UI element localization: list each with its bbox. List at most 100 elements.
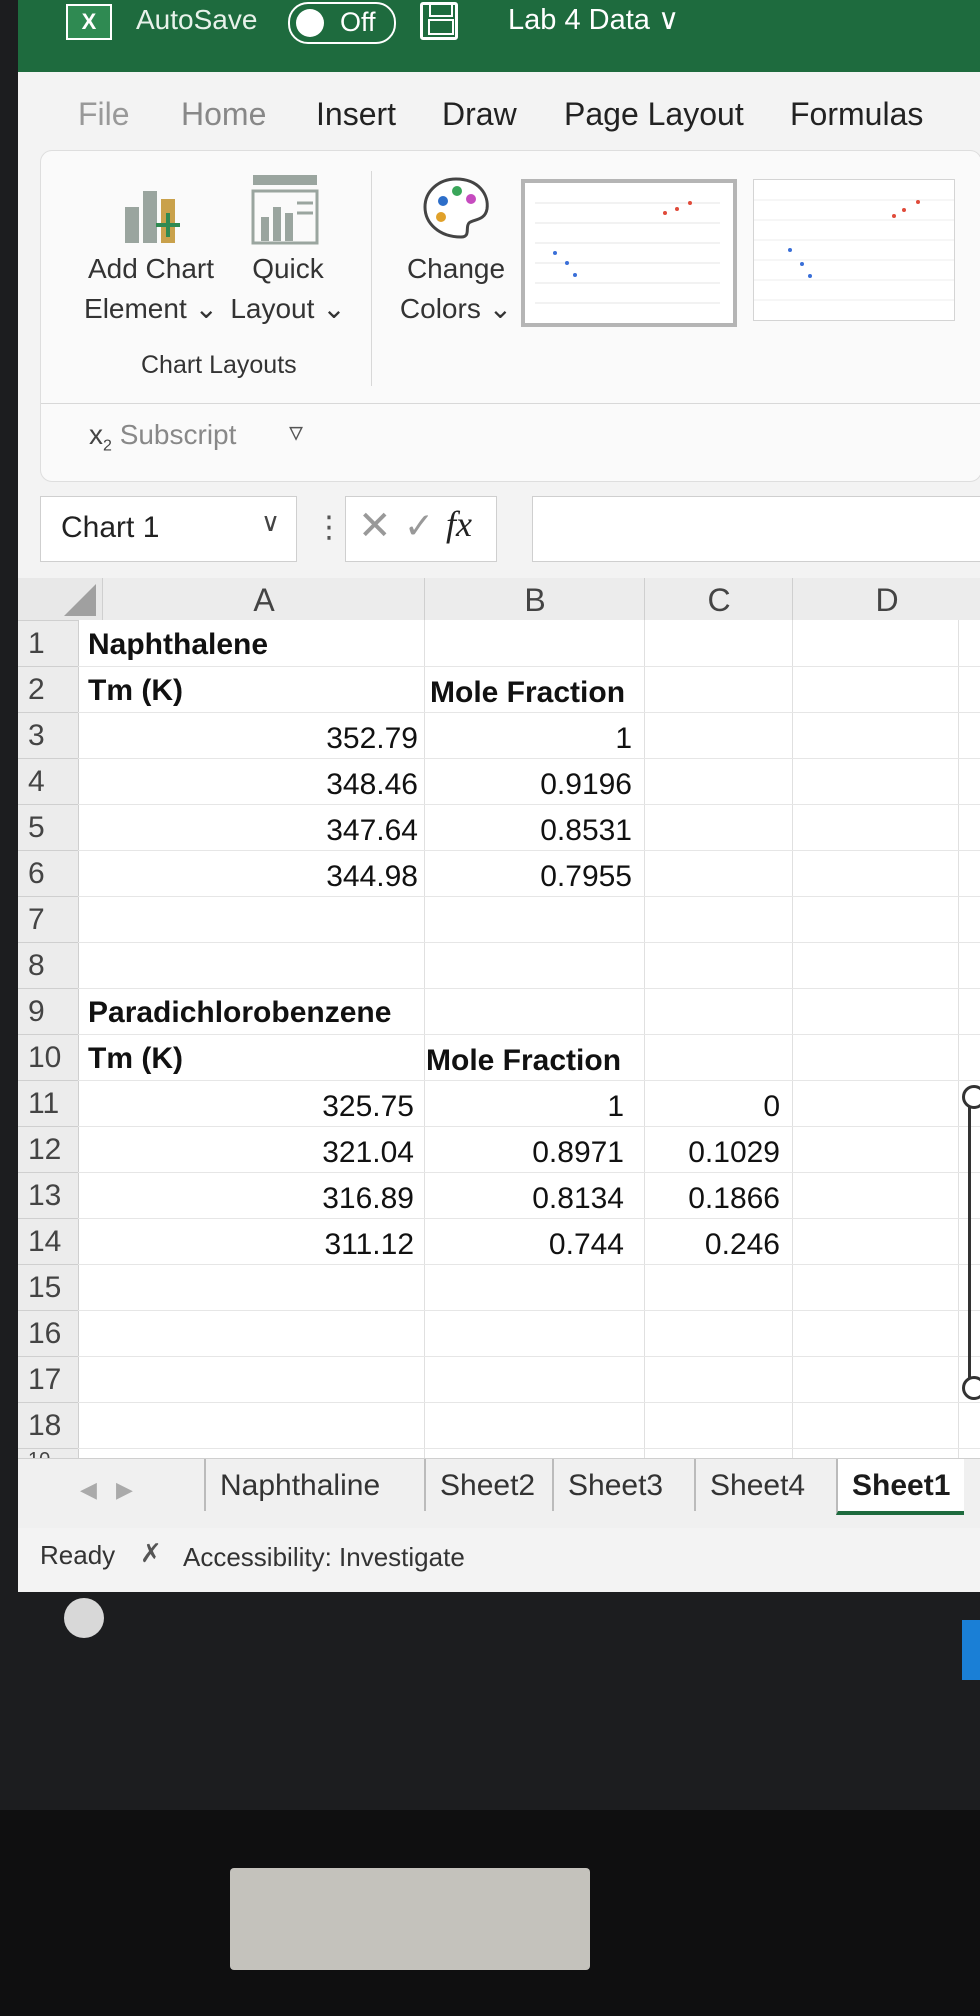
- tab-page-layout[interactable]: Page Layout: [564, 96, 744, 133]
- chart-style-1[interactable]: [521, 179, 737, 327]
- change-colors-button[interactable]: Change Colors ⌄: [386, 249, 526, 329]
- tab-insert[interactable]: Insert: [316, 96, 396, 133]
- row-header[interactable]: 4: [18, 758, 78, 804]
- cell-b11[interactable]: 1: [607, 1090, 624, 1124]
- cell-a5[interactable]: 347.64: [326, 814, 418, 848]
- select-all-corner[interactable]: [18, 578, 102, 620]
- row-header[interactable]: 2: [18, 666, 78, 712]
- cell-c13[interactable]: 0.1866: [688, 1182, 780, 1216]
- cell-a1[interactable]: Naphthalene: [88, 628, 268, 662]
- column-header-d[interactable]: D: [792, 578, 980, 620]
- row-header[interactable]: 14: [18, 1218, 78, 1264]
- insert-function-icon[interactable]: fx: [446, 503, 472, 545]
- quick-layout-button[interactable]: Quick Layout ⌄: [223, 249, 353, 329]
- toggle-knob-icon: [296, 9, 324, 37]
- cell-b14[interactable]: 0.744: [549, 1228, 624, 1262]
- gridline: [78, 1034, 980, 1035]
- save-icon[interactable]: [420, 2, 458, 40]
- row-header[interactable]: 13: [18, 1172, 78, 1218]
- row-header[interactable]: 5: [18, 804, 78, 850]
- gridline: [958, 620, 959, 1458]
- row-header[interactable]: 1: [18, 620, 78, 666]
- cell-b4[interactable]: 0.9196: [540, 768, 632, 802]
- select-all-icon: [64, 584, 96, 616]
- chart-frame-edge[interactable]: [968, 1098, 971, 1388]
- column-header-b[interactable]: B: [424, 578, 645, 620]
- tab-file[interactable]: File: [78, 96, 130, 133]
- cancel-icon[interactable]: ✕: [358, 503, 392, 549]
- add-chart-element-label-1: Add Chart: [87, 253, 215, 284]
- row-header[interactable]: 11: [18, 1080, 78, 1126]
- cell-b13[interactable]: 0.8134: [532, 1182, 624, 1216]
- cell-c11[interactable]: 0: [763, 1090, 780, 1124]
- row-header[interactable]: 10: [18, 1448, 78, 1458]
- gridline: [78, 666, 980, 667]
- chevron-down-icon[interactable]: ∨: [261, 507, 280, 538]
- row-header[interactable]: 17: [18, 1356, 78, 1402]
- sheet-tab-sheet2[interactable]: Sheet2: [424, 1459, 549, 1511]
- row-header[interactable]: 8: [18, 942, 78, 988]
- cell-a3[interactable]: 352.79: [326, 722, 418, 756]
- autosave-toggle[interactable]: Off: [288, 2, 396, 44]
- cell-a9[interactable]: Paradichlorobenzene: [88, 996, 391, 1030]
- cell-c12[interactable]: 0.1029: [688, 1136, 780, 1170]
- cell-c14[interactable]: 0.246: [705, 1228, 780, 1262]
- prev-sheet-icon[interactable]: ◀: [80, 1477, 97, 1503]
- sheet-tab-bar: ◀ ▶ Naphthaline Sheet2 Sheet3 Sheet4 She…: [18, 1458, 980, 1529]
- row-header[interactable]: 6: [18, 850, 78, 896]
- row-header[interactable]: 18: [18, 1402, 78, 1448]
- taskbar-search-icon[interactable]: [64, 1598, 104, 1638]
- cell-a10[interactable]: Tm (K): [88, 1042, 183, 1076]
- cell-a14[interactable]: 311.12: [324, 1228, 414, 1262]
- cell-b6[interactable]: 0.7955: [540, 860, 632, 894]
- row-header[interactable]: 9: [18, 988, 78, 1034]
- row-header[interactable]: 16: [18, 1310, 78, 1356]
- column-header-c[interactable]: C: [644, 578, 793, 620]
- accessibility-status[interactable]: Accessibility: Investigate: [183, 1542, 465, 1573]
- cell-a6[interactable]: 344.98: [326, 860, 418, 894]
- cell-a2[interactable]: Tm (K): [88, 674, 183, 708]
- row-header[interactable]: 12: [18, 1126, 78, 1172]
- tab-draw[interactable]: Draw: [442, 96, 517, 133]
- column-header-a[interactable]: A: [102, 578, 425, 620]
- row-header[interactable]: 7: [18, 896, 78, 942]
- add-chart-element-button[interactable]: Add Chart Element ⌄: [71, 249, 231, 329]
- document-title[interactable]: Lab 4 Data ∨: [508, 2, 679, 37]
- cell-b5[interactable]: 0.8531: [540, 814, 632, 848]
- chart-resize-handle[interactable]: [962, 1085, 980, 1109]
- sheet-tab-sheet1[interactable]: Sheet1: [836, 1459, 965, 1515]
- sheet-tab-naphthaline[interactable]: Naphthaline: [204, 1459, 394, 1511]
- quick-layout-icon: [251, 175, 319, 245]
- more-options-icon[interactable]: ⋮: [314, 510, 344, 545]
- cell-b2[interactable]: Mole Fraction: [430, 676, 625, 710]
- enter-icon[interactable]: ✓: [404, 505, 434, 547]
- excel-logo-icon: X: [66, 4, 112, 40]
- gridline: [78, 1126, 980, 1127]
- next-sheet-icon[interactable]: ▶: [116, 1477, 133, 1503]
- worksheet-grid[interactable]: A B C D 1 2 3 4 5 6 7 8 9 10 11 12 13 14…: [18, 578, 980, 1458]
- accessibility-icon[interactable]: ✗: [140, 1538, 162, 1569]
- tab-formulas[interactable]: Formulas: [790, 96, 923, 133]
- add-chart-element-label-2: Element ⌄: [84, 293, 218, 324]
- title-bar: X AutoSave Off Lab 4 Data ∨: [18, 0, 980, 72]
- cell-a13[interactable]: 316.89: [322, 1182, 414, 1216]
- gridline: [78, 942, 980, 943]
- row-header[interactable]: 15: [18, 1264, 78, 1310]
- name-box[interactable]: Chart 1 ∨: [40, 496, 297, 562]
- cell-b3[interactable]: 1: [615, 722, 632, 756]
- subscript-button[interactable]: x2 Subscript: [89, 419, 236, 456]
- cell-b12[interactable]: 0.8971: [532, 1136, 624, 1170]
- cell-b10[interactable]: Mole Fraction: [426, 1044, 621, 1078]
- chart-resize-handle[interactable]: [962, 1376, 980, 1400]
- tab-home[interactable]: Home: [181, 96, 266, 133]
- row-header[interactable]: 3: [18, 712, 78, 758]
- customize-ribbon-icon[interactable]: ▿: [289, 415, 303, 448]
- cell-a4[interactable]: 348.46: [326, 768, 418, 802]
- chart-style-2[interactable]: [753, 179, 955, 321]
- cell-a12[interactable]: 321.04: [322, 1136, 414, 1170]
- sheet-tab-sheet3[interactable]: Sheet3: [552, 1459, 677, 1511]
- sheet-tab-sheet4[interactable]: Sheet4: [694, 1459, 819, 1511]
- row-header[interactable]: 10: [18, 1034, 78, 1080]
- cell-a11[interactable]: 325.75: [322, 1090, 414, 1124]
- formula-input[interactable]: [532, 496, 980, 562]
